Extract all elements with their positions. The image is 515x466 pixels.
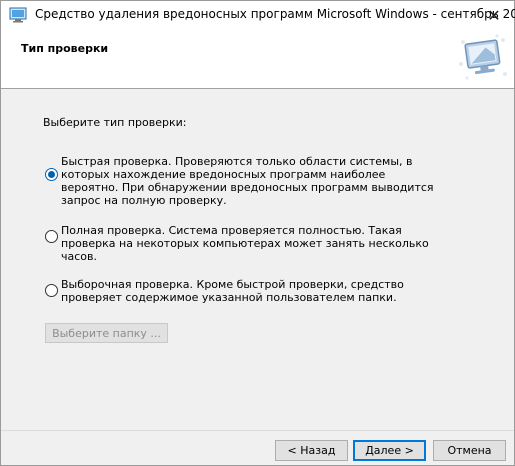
radio-custom-scan[interactable] [45,284,58,297]
cancel-button[interactable]: Отмена [433,440,506,461]
radio-full-scan[interactable] [45,230,58,243]
option-quick-scan[interactable]: Быстрая проверка. Проверяются только обл… [45,155,441,207]
scan-type-prompt: Выберите тип проверки: [43,116,187,129]
title-bar: Средство удаления вредоносных программ M… [1,1,515,29]
window-title: Средство удаления вредоносных программ M… [35,7,515,21]
dialog-window: Средство удаления вредоносных программ M… [0,0,515,466]
wizard-header: Тип проверки [1,29,514,89]
option-full-scan[interactable]: Полная проверка. Система проверяется пол… [45,224,441,263]
option-quick-scan-label: Быстрая проверка. Проверяются только обл… [61,155,434,207]
monitor-scan-icon [459,34,507,80]
option-custom-scan[interactable]: Выборочная проверка. Кроме быстрой прове… [45,278,441,304]
radio-quick-scan[interactable] [45,168,58,181]
close-button[interactable]: ✕ [474,1,514,29]
option-full-scan-label: Полная проверка. Система проверяется пол… [61,224,429,263]
wizard-footer: < Назад Далее > Отмена [1,430,514,465]
back-button[interactable]: < Назад [275,440,348,461]
choose-folder-button[interactable]: Выберите папку ... [45,323,168,343]
option-custom-scan-label: Выборочная проверка. Кроме быстрой прове… [61,278,404,304]
wizard-content: Выберите тип проверки: Быстрая проверка.… [1,90,514,430]
next-button[interactable]: Далее > [353,440,426,461]
app-icon [9,7,27,23]
page-title: Тип проверки [21,42,109,55]
close-icon: ✕ [487,5,501,25]
